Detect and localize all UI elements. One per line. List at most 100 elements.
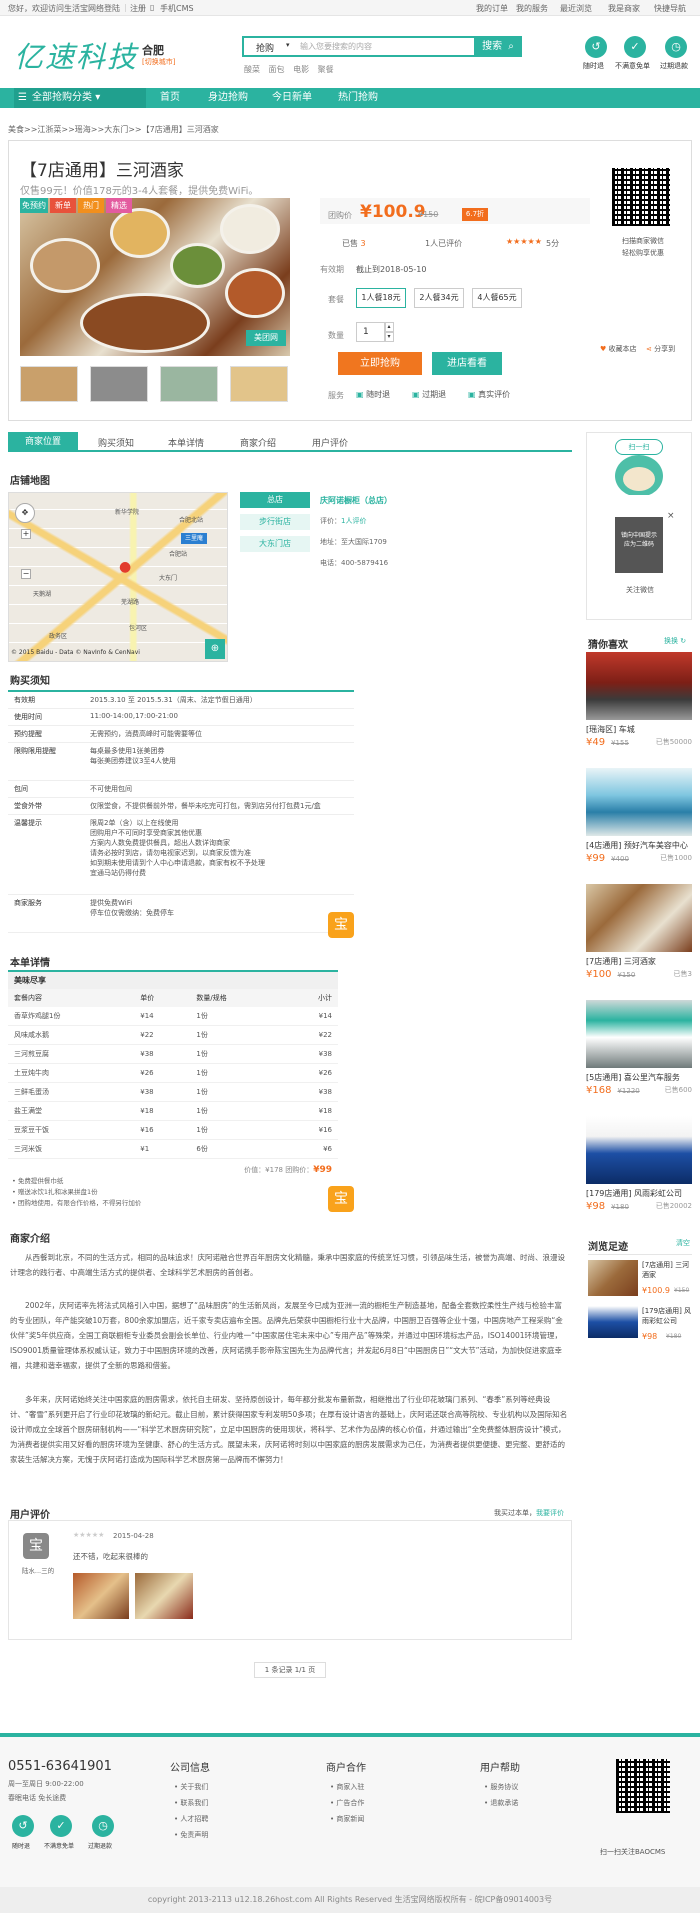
history-item-name[interactable]: [7店通用] 三河酒家 (642, 1260, 692, 1280)
scan-title: 扫一扫 (615, 439, 663, 455)
nav-home[interactable]: 首页 (160, 88, 180, 108)
store-map[interactable]: 新华学院 合肥北站 三里庵 大东门 天鹅湖 芜湖路 合肥站 包河区 政务区 ● … (8, 492, 228, 662)
mobile-link[interactable]: 手机CMS (160, 3, 194, 14)
sold-count: 已售 3 (342, 239, 366, 248)
footer: 0551-63641901 周一至周日 9:00-22:00 春眠电话 免长途费… (0, 1737, 700, 1887)
site-logo[interactable]: 亿速科技 (14, 34, 138, 76)
buy-now-button[interactable]: 立即抢购 (338, 352, 422, 375)
merchant-link[interactable]: 我是商家 (608, 3, 640, 14)
footer-link[interactable]: • 商家入驻 (330, 1779, 364, 1795)
category-menu[interactable]: ☰ 全部抢购分类 ▾ (14, 88, 146, 108)
search-input[interactable]: 输入您要搜索的内容 (300, 41, 372, 52)
history-item-image[interactable] (588, 1260, 638, 1296)
qty-increase-icon[interactable]: ▴ (384, 322, 394, 332)
store-walkstreet-button[interactable]: 步行街店 (240, 514, 310, 530)
qty-decrease-icon[interactable]: ▾ (384, 332, 394, 342)
visit-shop-button[interactable]: 进店看看 (432, 352, 502, 375)
hot-words: 酸菜 面包 电影 聚餐 (244, 64, 334, 75)
footer-link[interactable]: • 关于我们 (174, 1779, 208, 1795)
footer-col-links: • 服务协议 • 退款承诺 (484, 1779, 518, 1811)
hot-word[interactable]: 酸菜 (244, 65, 260, 74)
footer-link[interactable]: • 广告合作 (330, 1795, 364, 1811)
qr-caption-2: 轻松购享优惠 (622, 249, 664, 257)
footer-note: 春眠电话 免长途费 (8, 1794, 67, 1802)
qty-label: 数量 (328, 331, 344, 340)
service-label: 服务 (328, 391, 344, 400)
package-option-2[interactable]: 2人餐34元 (414, 288, 464, 308)
guess-item-image[interactable] (586, 652, 692, 720)
close-icon[interactable]: × (667, 511, 675, 521)
history-item-name[interactable]: [179店通用] 风雨彩虹公司 (642, 1306, 692, 1326)
store-main-button[interactable]: 总店 (240, 492, 310, 508)
map-expand-icon[interactable]: ⊕ (205, 639, 225, 659)
footer-col-title: 用户帮助 (480, 1763, 520, 1774)
thumbnail-3[interactable] (160, 366, 218, 402)
search-category[interactable]: 抢购 (256, 41, 274, 54)
footer-link[interactable]: • 退款承诺 (484, 1795, 518, 1811)
guess-item[interactable]: [179店通用] 风雨彩虹公司 ¥98 ¥180 已售20002 (586, 1116, 692, 1212)
footer-link[interactable]: • 服务协议 (484, 1779, 518, 1795)
store-name[interactable]: 庆阿诺橱柜（总店） (320, 495, 392, 506)
review-photo-2[interactable] (135, 1573, 193, 1619)
package-option-3[interactable]: 4人餐65元 (472, 288, 522, 308)
chevron-down-icon[interactable]: ▾ (286, 41, 290, 49)
product-main-image[interactable]: 免预约 新单 热门 精选 美团网 (20, 198, 290, 356)
footer-hours: 周一至周日 9:00-22:00 (8, 1780, 84, 1788)
guess-item-image[interactable] (586, 768, 692, 836)
badge-no-reservation: 免预约 (20, 198, 48, 213)
nav-hot[interactable]: 热门抢购 (338, 88, 378, 108)
store-dadongmen-button[interactable]: 大东门店 (240, 536, 310, 552)
my-services-link[interactable]: 我的服务 (516, 3, 548, 14)
zoom-in-icon[interactable]: + (21, 529, 31, 539)
favorite-link[interactable]: ♥ 收藏本店 (600, 344, 637, 354)
thumbnail-2[interactable] (90, 366, 148, 402)
guess-item-image[interactable] (586, 1000, 692, 1068)
hot-word[interactable]: 面包 (269, 65, 285, 74)
nav-today[interactable]: 今日新单 (272, 88, 312, 108)
zoom-out-icon[interactable]: − (21, 569, 31, 579)
review-stars: ★★★★★ (73, 1531, 105, 1539)
guess-item-image[interactable] (586, 1116, 692, 1184)
guess-item[interactable]: [瑶海区] 车城 ¥49 ¥155 已售50000 (586, 652, 692, 748)
hot-word[interactable]: 电影 (293, 65, 309, 74)
clear-history-link[interactable]: 清空 (676, 1238, 690, 1248)
review-photo-1[interactable] (73, 1573, 129, 1619)
map-pan-control[interactable]: ✥ (15, 503, 35, 523)
share-link[interactable]: ⋖ 分享到 (646, 344, 675, 354)
footer-link[interactable]: • 人才招聘 (174, 1811, 208, 1827)
tab-intro[interactable]: 商家介绍 (240, 436, 276, 449)
register-link[interactable]: 注册 (130, 3, 146, 14)
store-rating: 评价：1人评价 (320, 517, 367, 525)
guess-item[interactable]: [7店通用] 三河酒家 ¥100 ¥150 已售3 (586, 884, 692, 980)
swap-link[interactable]: 换换 ↻ (664, 636, 686, 646)
quantity-input[interactable]: 1 (356, 322, 386, 342)
footer-link[interactable]: • 免责声明 (174, 1827, 208, 1843)
guess-item-image[interactable] (586, 884, 692, 952)
tab-notice[interactable]: 购买须知 (98, 436, 134, 449)
tab-details[interactable]: 本单详情 (168, 436, 204, 449)
city-switch-link[interactable]: [切换城市] (142, 57, 175, 67)
package-option-1[interactable]: 1人餐18元 (356, 288, 406, 308)
map-pin-icon: ● (119, 559, 132, 575)
nav-nearby[interactable]: 身边抢购 (208, 88, 248, 108)
thumbnail-4[interactable] (230, 366, 288, 402)
tab-location[interactable]: 商家位置 (8, 432, 78, 452)
review-count[interactable]: 1人已评价 (425, 238, 462, 249)
guess-item[interactable]: [5店通用] 喜公里汽车服务 ¥168 ¥1220 已售600 (586, 1000, 692, 1096)
thumbnail-1[interactable] (20, 366, 78, 402)
footer-link[interactable]: • 联系我们 (174, 1795, 208, 1811)
login-link[interactable]: 登陆 (104, 3, 120, 14)
hot-word[interactable]: 聚餐 (318, 65, 334, 74)
guess-item[interactable]: [4店通用] 预好汽车美容中心 ¥99 ¥400 已售1000 (586, 768, 692, 864)
footer-col-links: • 关于我们 • 联系我们 • 人才招聘 • 免责声明 (174, 1779, 208, 1843)
footer-link[interactable]: • 商家新闻 (330, 1811, 364, 1827)
search-button[interactable]: 搜索 ⌕ (474, 36, 522, 57)
my-orders-link[interactable]: 我的订单 (476, 3, 508, 14)
history-item-image[interactable] (588, 1306, 638, 1338)
menu-notes: • 免费提供餐巾纸 • 赠送冰饮1扎和冰果拼盘1份 • 团购地使用，有限合作价格… (12, 1177, 142, 1207)
tab-reviews[interactable]: 用户评价 (312, 436, 348, 449)
recent-link[interactable]: 最近浏览 (560, 3, 592, 14)
notice-title: 购买须知 (10, 676, 50, 687)
old-price: ¥150 (418, 210, 439, 219)
quick-nav-link[interactable]: 快捷导航 (654, 3, 686, 14)
